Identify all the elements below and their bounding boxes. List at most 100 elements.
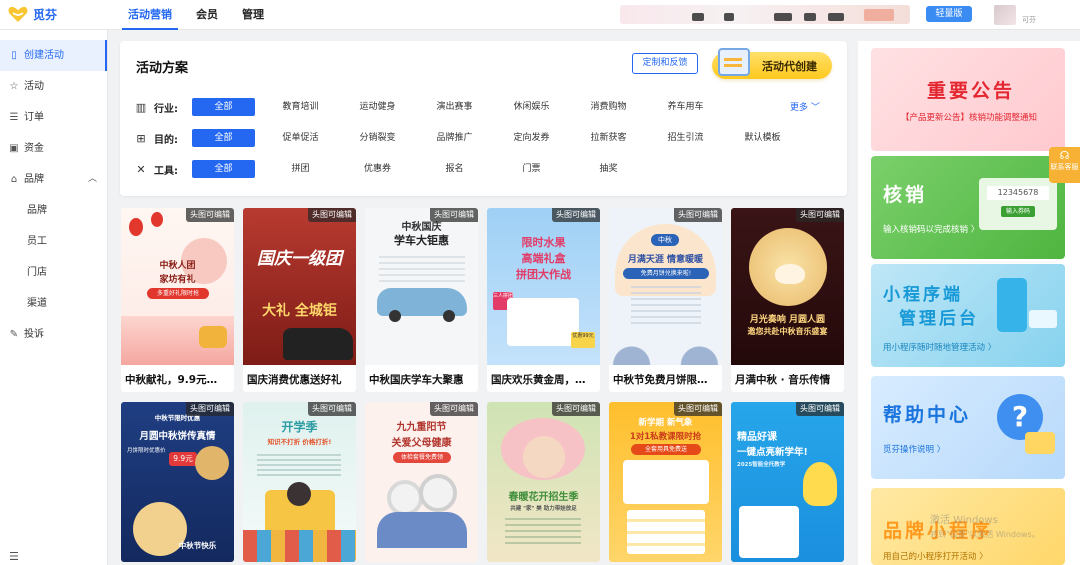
chip[interactable]: 品牌推广 (423, 129, 486, 147)
chip[interactable]: 拼团 (269, 160, 332, 178)
sidebar-item-label: 活动 (24, 81, 44, 92)
chip[interactable]: 报名 (423, 160, 486, 178)
sidebar-item-label: 订单 (24, 112, 44, 123)
sidebar-item-orders[interactable]: ☰ 订单 (0, 102, 107, 133)
user-name[interactable]: 可芬 (1022, 15, 1036, 25)
template-card[interactable]: 中秋国庆 学车大钜惠 头图可编辑 中秋国庆学车大聚惠 (365, 208, 478, 392)
editable-badge: 头图可编辑 (552, 208, 600, 222)
poster-decoration (505, 518, 581, 548)
template-card[interactable]: 月光奏响 月圆人圆 邀您共赴中秋音乐盛宴 头图可编辑 月满中秋 · 音乐传情 (731, 208, 844, 392)
template-card[interactable]: 中秋人团 家坊有礼 多重好礼限时抢 头图可编辑 中秋献礼，9.9元… (121, 208, 234, 392)
sidebar-item-brand-sub[interactable]: 品牌 (0, 195, 107, 226)
avatar[interactable] (994, 5, 1016, 25)
poster-text: 国庆一级团 (257, 249, 342, 269)
chip[interactable]: 养车用车 (654, 98, 717, 116)
headset-icon: ☊ (1059, 149, 1070, 162)
announcement-banner[interactable]: 重要公告 【产品更新公告】核销功能调整通知 (871, 48, 1065, 151)
poster-text: 中秋节快乐 (178, 541, 217, 550)
more-button[interactable]: 更多 ﹀ (790, 100, 820, 113)
tab-activity-marketing[interactable]: 活动营销 (122, 0, 178, 30)
template-card[interactable]: 中秋节限时优惠 月圆中秋饼传真情 月饼限时优惠价 9.9元 中秋节快乐 头图可编… (121, 402, 234, 562)
blur-block (804, 13, 816, 21)
edit-icon: ✎ (9, 329, 19, 340)
chip-all[interactable]: 全部 (192, 160, 255, 178)
proxy-create-button[interactable]: 活动代创建 (712, 48, 832, 79)
child-icon (523, 436, 565, 478)
filter-label: 行业: (154, 103, 178, 115)
sidebar-item-label: 资金 (24, 143, 44, 154)
editable-badge: 头图可编辑 (430, 402, 478, 416)
template-card[interactable]: 限时水果 高端礼盒 拼团大作战 三人拼团 优惠99元 头图可编辑 国庆欢乐黄金周… (487, 208, 600, 392)
chip[interactable]: 定向发券 (500, 129, 563, 147)
chip[interactable]: 促单促活 (269, 129, 332, 147)
filter-row-tools: ✕ 工具: 全部 拼团 优惠券 报名 门票 抽奖 (134, 160, 654, 178)
code-input-button: 输入券码 (1001, 206, 1035, 217)
chip[interactable]: 运动健身 (346, 98, 409, 116)
template-card[interactable]: 开学季 知识不打折 价格打折! 头图可编辑 (243, 402, 356, 562)
mini-program-admin-banner[interactable]: 小程序端 管理后台 用小程序随时随地管理活动 〉 (871, 264, 1065, 367)
poster-decoration (379, 256, 465, 286)
sidebar-item-label: 渠道 (27, 298, 47, 309)
sidebar-item-funds[interactable]: ▣ 资金 (0, 133, 107, 164)
template-card[interactable]: 新学期 新气象 1对1私教课限时抢 全套用具免费送 头图可编辑 (609, 402, 722, 562)
chip[interactable]: 分销裂变 (346, 129, 409, 147)
lightbulb-icon (803, 462, 837, 506)
help-center-banner[interactable]: 帮助中心 觅芬操作说明 〉 ? (871, 376, 1065, 479)
editable-badge: 头图可编辑 (674, 208, 722, 222)
sidebar-item-staff[interactable]: 员工 (0, 226, 107, 257)
poster-decoration (739, 506, 799, 558)
editable-badge: 头图可编辑 (186, 402, 234, 416)
chip[interactable]: 门票 (500, 160, 563, 178)
poster-text: 开学季 (281, 420, 318, 434)
gift-icon (199, 326, 227, 348)
logo-text: 觅芬 (33, 8, 58, 22)
template-card[interactable]: 精品好课 一键点亮新学年! 2025智能全托教学 头图可编辑 (731, 402, 844, 562)
customer-service-button[interactable]: ☊ 联系客服 (1049, 147, 1080, 183)
card-icon (1029, 310, 1057, 328)
poster-image: 中秋国庆 学车大钜惠 (365, 208, 478, 365)
blur-block (864, 9, 894, 21)
template-card[interactable]: 国庆一级团 大礼 全城钜 头图可编辑 国庆消费优惠送好礼 (243, 208, 356, 392)
books-decoration (243, 530, 356, 562)
chip[interactable]: 优惠券 (346, 160, 409, 178)
menu-icon[interactable]: ☰ (9, 550, 19, 563)
template-card[interactable]: 春暖花开招生季 共建 "家" 美 助力带娃放足 头图可编辑 (487, 402, 600, 562)
chip[interactable]: 默认模板 (731, 129, 794, 147)
poster-text: 月光奏响 月圆人圆 (749, 315, 826, 325)
editable-badge: 头图可编辑 (796, 208, 844, 222)
template-card[interactable]: 九九重阳节 关爱父母健康 体检套餐免费领 头图可编辑 (365, 402, 478, 562)
chip[interactable]: 抽奖 (577, 160, 640, 178)
chevron-up-icon: ︿ (87, 174, 97, 184)
chip[interactable]: 教育培训 (269, 98, 332, 116)
tab-member[interactable]: 会员 (190, 0, 224, 30)
chip-all[interactable]: 全部 (192, 98, 255, 116)
apps-icon: ⊞ (136, 131, 146, 145)
poster-image: 春暖花开招生季 共建 "家" 美 助力带娃放足 (487, 402, 600, 562)
verification-banner[interactable]: 核销 输入核销码以完成核销 〉 12345678 输入券码 (871, 156, 1065, 259)
watermark-line: 转到"设置"以激活 Windows。 (930, 530, 1040, 539)
sidebar-item-channels[interactable]: 渠道 (0, 288, 107, 319)
poster-decoration (631, 286, 701, 326)
sidebar-item-stores[interactable]: 门店 (0, 257, 107, 288)
poster-image: 中秋 月满天涯 情意暖暖 免费月饼兑换来啦! (609, 208, 722, 365)
chip-all[interactable]: 全部 (192, 129, 255, 147)
sidebar-item-create-activity[interactable]: ▯ 创建活动 (0, 40, 107, 71)
sidebar-item-activity[interactable]: ☆ 活动 (0, 71, 107, 102)
template-card[interactable]: 中秋 月满天涯 情意暖暖 免费月饼兑换来啦! 头图可编辑 中秋节免费月饼限… (609, 208, 722, 392)
lite-version-button[interactable]: 轻量版 (926, 6, 972, 22)
promo-title: 核销 (883, 184, 928, 206)
promo-subtitle: 输入核销码以完成核销 〉 (883, 225, 980, 235)
chip[interactable]: 消费购物 (577, 98, 640, 116)
logo[interactable]: 觅芬 (8, 6, 57, 23)
sidebar-item-brand[interactable]: ⌂ 品牌 ︿ (0, 164, 107, 195)
chip[interactable]: 招生引流 (654, 129, 717, 147)
feedback-button[interactable]: 定制和反馈 (632, 53, 698, 74)
sidebar-item-complaints[interactable]: ✎ 投诉 (0, 319, 107, 350)
chip[interactable]: 拉新获客 (577, 129, 640, 147)
promo-title: 重要公告 (927, 80, 1016, 102)
chip[interactable]: 休闲娱乐 (500, 98, 563, 116)
chip[interactable]: 演出赛事 (423, 98, 486, 116)
customer-service-label: 联系客服 (1050, 163, 1079, 171)
tab-manage[interactable]: 管理 (236, 0, 270, 30)
sidebar: ▯ 创建活动 ☆ 活动 ☰ 订单 ▣ 资金 ⌂ 品牌 ︿ 品牌 员工 门店 渠道… (0, 30, 108, 565)
